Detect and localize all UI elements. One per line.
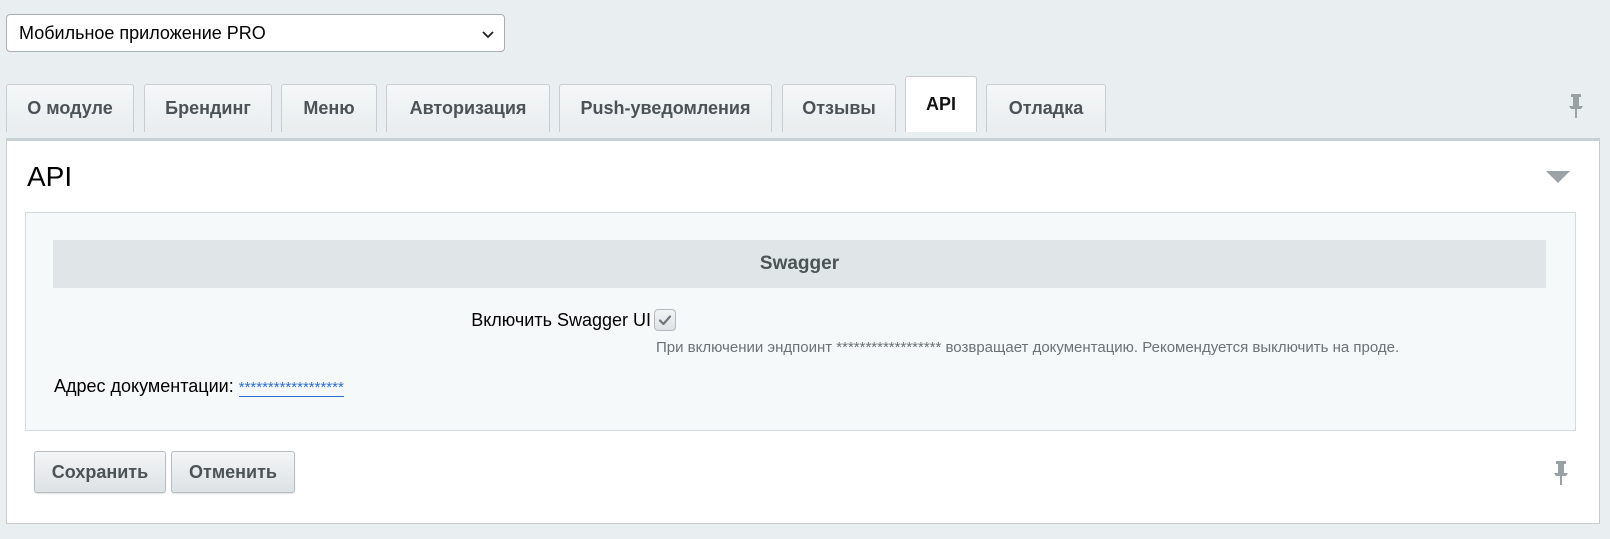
panel-title: API [27, 161, 73, 192]
triangle-down-icon[interactable] [1545, 169, 1571, 185]
swagger-label: Включить Swagger UI [471, 310, 651, 330]
settings-section: Swagger Включить Swagger UI При включени… [25, 212, 1576, 431]
api-panel: API Swagger Включить Swagger UI При вклю… [6, 138, 1600, 524]
tab-bar: О модуле Брендинг Меню Авторизация Push-… [6, 76, 1606, 132]
module-select-value: Мобильное приложение PRO [19, 22, 266, 43]
tab-label: API [925, 94, 956, 114]
tab-label: Брендинг [165, 98, 251, 118]
save-button-label: Сохранить [51, 461, 149, 482]
tab-debug[interactable]: Отладка [986, 84, 1106, 132]
tab-api[interactable]: API [905, 76, 977, 132]
section-header: Swagger [53, 240, 1546, 288]
tab-label: О модуле [27, 98, 113, 118]
tab-about[interactable]: О модуле [6, 84, 134, 132]
module-select[interactable]: Мобильное приложение PRO [6, 14, 505, 52]
tab-label: Меню [303, 98, 355, 118]
tab-label: Push-уведомления [580, 98, 751, 118]
cancel-button-label: Отменить [189, 461, 277, 482]
save-button[interactable]: Сохранить [34, 451, 166, 493]
swagger-hint: При включении эндпоинт *****************… [656, 339, 1400, 356]
tab-label: Отладка [1008, 98, 1084, 118]
pin-icon[interactable] [1566, 92, 1586, 120]
tab-reviews[interactable]: Отзывы [782, 84, 896, 132]
swagger-checkbox[interactable] [654, 309, 676, 331]
doc-address-link[interactable]: ****************** [238, 379, 344, 397]
tab-label: Авторизация [409, 98, 527, 118]
checkmark-icon [658, 315, 672, 326]
pin-icon[interactable] [1551, 459, 1571, 487]
tab-authorization[interactable]: Авторизация [386, 84, 550, 132]
section-title: Swagger [759, 253, 840, 274]
tab-label: Отзывы [802, 98, 876, 118]
chevron-down-icon [482, 31, 494, 39]
doc-address-label: Адрес документации: [54, 376, 234, 396]
tab-menu[interactable]: Меню [281, 84, 377, 132]
tab-push-notifications[interactable]: Push-уведомления [559, 84, 772, 132]
tab-branding[interactable]: Брендинг [144, 84, 272, 132]
cancel-button[interactable]: Отменить [171, 451, 295, 493]
doc-address-row: Адрес документации: ****************** [54, 376, 344, 397]
